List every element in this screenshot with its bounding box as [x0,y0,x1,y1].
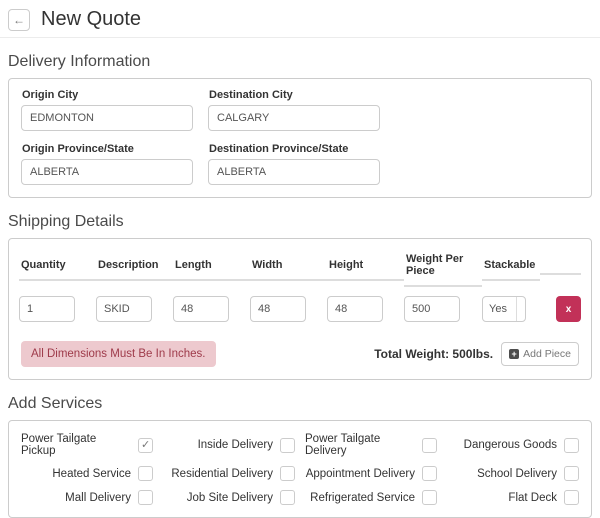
col-header-quantity: Quantity [19,255,96,281]
new-quote-page: ← New Quote Delivery Information Origin … [0,0,600,518]
total-weight: Total Weight: 500lbs. [374,347,493,361]
origin-city-field: Origin City [21,87,208,131]
add-piece-icon: + [509,349,519,359]
service-label: Job Site Delivery [187,492,273,504]
col-header-height: Height [327,255,404,281]
service-item-power-tailgate-pickup: Power Tailgate Pickup [21,433,153,457]
shipping-table: Quantity Description Length Width Height… [19,249,581,324]
height-input[interactable] [327,296,383,322]
service-item-inside-delivery: Inside Delivery [163,433,295,457]
delivery-section-title: Delivery Information [8,53,592,71]
service-checkbox-school-delivery[interactable] [564,466,579,481]
stackable-select-value: Yes [483,303,516,315]
service-checkbox-heated-service[interactable] [138,466,153,481]
service-item-flat-deck: Flat Deck [447,490,579,505]
col-header-actions [540,261,581,275]
service-label: Dangerous Goods [464,439,557,451]
service-label: Residential Delivery [171,468,273,480]
service-item-refrigerated-service: Refrigerated Service [305,490,437,505]
service-label: Appointment Delivery [306,468,415,480]
col-header-description: Description [96,255,173,281]
service-checkbox-appointment-delivery[interactable] [422,466,437,481]
origin-province-label: Origin Province/State [22,143,208,155]
service-checkbox-flat-deck[interactable] [564,490,579,505]
delete-piece-button[interactable]: x [556,296,581,322]
width-input[interactable] [250,296,306,322]
service-label: Power Tailgate Delivery [305,433,415,457]
destination-city-field: Destination City [208,87,395,131]
service-label: Heated Service [52,468,131,480]
service-item-heated-service: Heated Service [21,466,153,481]
service-checkbox-job-site-delivery[interactable] [280,490,295,505]
services-section-title: Add Services [8,395,592,413]
service-label: Refrigerated Service [310,492,415,504]
destination-city-label: Destination City [209,89,395,101]
service-item-mall-delivery: Mall Delivery [21,490,153,505]
services-card: Power Tailgate Pickup Inside Delivery Po… [8,420,592,518]
col-header-weight-per-piece: Weight Per Piece [404,249,482,287]
service-item-power-tailgate-delivery: Power Tailgate Delivery [305,433,437,457]
delivery-card: Origin City Destination City Origin Prov… [8,78,592,198]
origin-city-label: Origin City [22,89,208,101]
col-header-length: Length [173,255,250,281]
col-header-stackable: Stackable [482,255,540,281]
service-item-appointment-delivery: Appointment Delivery [305,466,437,481]
destination-city-input[interactable] [208,105,380,131]
page-header: ← New Quote [8,6,592,37]
description-input[interactable] [96,296,152,322]
shipping-card: Quantity Description Length Width Height… [8,238,592,380]
page-title: New Quote [41,8,141,31]
weight-per-piece-input[interactable] [404,296,460,322]
service-item-dangerous-goods: Dangerous Goods [447,433,579,457]
service-label: Power Tailgate Pickup [21,433,131,457]
service-checkbox-dangerous-goods[interactable] [564,438,579,453]
service-label: Flat Deck [508,492,557,504]
destination-province-field: Destination Province/State [208,141,395,185]
service-label: Mall Delivery [65,492,131,504]
origin-province-input[interactable] [21,159,193,185]
service-checkbox-power-tailgate-delivery[interactable] [422,438,437,453]
delivery-grid: Origin City Destination City Origin Prov… [21,87,579,185]
service-checkbox-refrigerated-service[interactable] [422,490,437,505]
header-divider [0,37,600,38]
service-checkbox-power-tailgate-pickup[interactable] [138,438,153,453]
service-label: School Delivery [477,468,557,480]
service-item-residential-delivery: Residential Delivery [163,466,295,481]
origin-province-field: Origin Province/State [21,141,208,185]
dimensions-note: All Dimensions Must Be In Inches. [21,341,216,367]
select-dropdown-segment [516,297,525,321]
length-input[interactable] [173,296,229,322]
service-checkbox-mall-delivery[interactable] [138,490,153,505]
shipping-section-title: Shipping Details [8,213,592,231]
table-row [19,287,96,324]
destination-province-label: Destination Province/State [209,143,395,155]
col-header-width: Width [250,255,327,281]
service-item-job-site-delivery: Job Site Delivery [163,490,295,505]
service-item-school-delivery: School Delivery [447,466,579,481]
service-label: Inside Delivery [198,439,273,451]
service-checkbox-residential-delivery[interactable] [280,466,295,481]
stackable-select[interactable]: Yes [482,296,526,322]
destination-province-input[interactable] [208,159,380,185]
back-button[interactable]: ← [8,9,30,31]
add-piece-button[interactable]: + Add Piece [501,342,579,366]
add-piece-label: Add Piece [523,348,571,360]
shipping-footer: All Dimensions Must Be In Inches. Total … [19,341,581,367]
quantity-input[interactable] [19,296,75,322]
service-checkbox-inside-delivery[interactable] [280,438,295,453]
origin-city-input[interactable] [21,105,193,131]
